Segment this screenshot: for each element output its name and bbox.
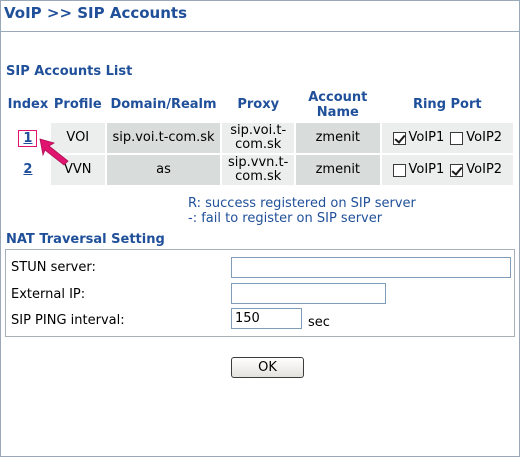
voip1-label: VoIP1 — [408, 130, 445, 145]
table-row: 2 VVN as sip.vvn.t-com.sk zmenit VoIP1 V… — [5, 153, 516, 187]
domain-cell: as — [104, 153, 223, 187]
ring-port-cell: VoIP1 VoIP2 — [379, 121, 516, 155]
account-index-link[interactable]: 2 — [23, 162, 32, 177]
account-name-cell: zmenit — [294, 153, 382, 187]
voip2-label: VoIP2 — [466, 162, 503, 177]
account-name-cell: zmenit — [294, 121, 382, 155]
header-domain: Domain/Realm — [110, 97, 217, 112]
header-proxy: Proxy — [237, 97, 280, 112]
ok-button[interactable]: OK — [231, 357, 304, 378]
sip-accounts-table: Index Profile Domain/Realm Proxy Account… — [5, 88, 516, 187]
title-divider — [1, 31, 519, 32]
sip-ping-interval-label: SIP PING interval: — [11, 313, 125, 328]
account-index-link[interactable]: 1 — [23, 131, 32, 146]
legend-fail: -: fail to register on SIP server — [188, 211, 383, 226]
voip2-checkbox[interactable] — [450, 163, 464, 177]
page-title: VoIP >> SIP Accounts — [4, 4, 188, 22]
voip1-label: VoIP1 — [408, 162, 445, 177]
selected-index-highlight: 1 — [18, 129, 38, 147]
voip2-label: VoIP2 — [466, 130, 503, 145]
header-index: Index — [7, 97, 49, 112]
domain-cell: sip.voi.t-com.sk — [104, 121, 223, 155]
header-account-name: Account Name — [308, 89, 368, 120]
sip-accounts-section-title: SIP Accounts List — [6, 64, 133, 79]
pointer-arrow-icon — [39, 138, 69, 166]
nat-section-title: NAT Traversal Setting — [6, 232, 165, 247]
voip2-checkbox[interactable] — [450, 131, 464, 145]
table-header-row: Index Profile Domain/Realm Proxy Account… — [6, 88, 514, 122]
table-row: 1 VOI sip.voi.t-com.sk sip.voi.t-com.sk … — [5, 121, 516, 155]
stun-server-input[interactable] — [231, 257, 511, 278]
voip1-checkbox[interactable] — [392, 163, 406, 177]
header-ring-port: Ring Port — [412, 97, 482, 112]
header-profile: Profile — [53, 97, 102, 112]
stun-server-label: STUN server: — [11, 260, 96, 275]
proxy-cell: sip.voi.t-com.sk — [220, 121, 297, 155]
voip1-checkbox[interactable] — [392, 131, 406, 145]
proxy-cell: sip.vvn.t-com.sk — [220, 153, 297, 187]
legend-success: R: success registered on SIP server — [188, 196, 416, 211]
external-ip-label: External IP: — [11, 287, 86, 302]
ping-unit-label: sec — [308, 315, 330, 330]
sip-ping-interval-input[interactable] — [231, 308, 302, 329]
ring-port-cell: VoIP1 VoIP2 — [379, 153, 516, 187]
external-ip-input[interactable] — [231, 283, 386, 304]
